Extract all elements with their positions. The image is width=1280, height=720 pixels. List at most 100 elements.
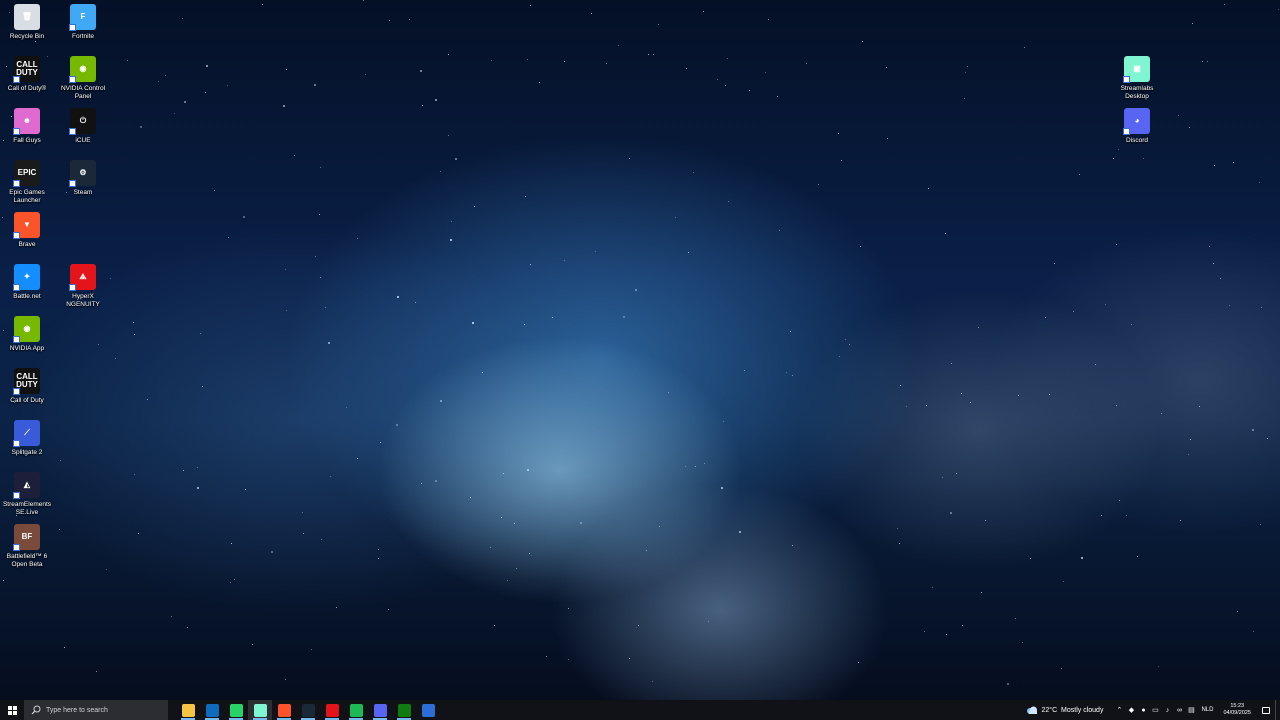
desktop-icon-splitgate[interactable]: ⟋ Splitgate 2 — [0, 420, 54, 457]
star — [1126, 515, 1127, 516]
star — [435, 480, 437, 482]
desktop-icon-recycle-bin[interactable]: 🗑 Recycle Bin — [0, 4, 54, 41]
taskbar-search-box[interactable]: Type here to search — [24, 700, 168, 720]
search-placeholder: Type here to search — [46, 706, 108, 714]
star — [1143, 158, 1144, 159]
star — [285, 269, 286, 270]
desktop-icon-epic-games[interactable]: EPIC Epic Games Launcher — [0, 160, 54, 204]
star — [792, 545, 793, 546]
star — [1180, 520, 1181, 521]
volume-icon[interactable]: ♪ — [1161, 700, 1173, 720]
desktop-icon-discord[interactable]: ◕ Discord — [1110, 108, 1164, 145]
desktop-icon-call-of-duty-2[interactable]: CALL DUTY Call of Duty — [0, 368, 54, 405]
taskbar-app-whatsapp[interactable] — [224, 700, 248, 720]
shortcut-arrow-icon — [13, 440, 20, 447]
star — [693, 172, 694, 173]
desktop-icon-brave[interactable]: ▼ Brave — [0, 212, 54, 249]
taskbar-app-streamlabs[interactable] — [248, 700, 272, 720]
link-icon[interactable]: ∞ — [1173, 700, 1185, 720]
desktop-icon-battlefield[interactable]: BF Battlefield™ 6 Open Beta — [0, 524, 54, 568]
steam-icon: ⚙ — [69, 160, 96, 187]
nvidia-icon: ◉ — [13, 316, 40, 343]
star — [1214, 165, 1215, 166]
desktop-icon-nvidia-control-panel[interactable]: ◉ NVIDIA Control Panel — [56, 56, 110, 100]
taskbar-app-file-explorer[interactable] — [176, 700, 200, 720]
desktop-icon-label: StreamElements SE.Live — [2, 501, 52, 516]
desktop-icon-label: Epic Games Launcher — [9, 189, 45, 204]
star — [397, 296, 399, 298]
desktop-icon-fall-guys[interactable]: ☻ Fall Guys — [0, 108, 54, 145]
microphone-icon[interactable]: ● — [1137, 700, 1149, 720]
notification-center-button[interactable] — [1257, 700, 1275, 720]
star — [653, 54, 654, 55]
desktop-icon-battle-net[interactable]: ✦ Battle.net — [0, 264, 54, 301]
taskbar-app-outlook[interactable] — [200, 700, 224, 720]
show-desktop-button[interactable] — [1275, 700, 1280, 720]
star — [60, 460, 61, 461]
cloud-icon — [1026, 706, 1037, 714]
star — [1137, 556, 1138, 557]
star — [675, 217, 676, 218]
desktop-icon-streamelements[interactable]: ◭ StreamElements SE.Live — [0, 472, 54, 516]
star — [686, 68, 687, 69]
star — [98, 344, 99, 345]
star — [568, 659, 569, 660]
weather-widget[interactable]: 22°C Mostly cloudy — [1026, 706, 1103, 714]
taskbar-app-window-app[interactable] — [416, 700, 440, 720]
star — [147, 399, 148, 400]
taskbar-app-brave[interactable] — [272, 700, 296, 720]
star — [165, 75, 166, 76]
taskbar-app-red-app[interactable] — [320, 700, 344, 720]
taskbar-pinned-apps — [176, 700, 440, 720]
desktop-icon-label: Steam — [73, 189, 93, 196]
folder-icon — [181, 703, 195, 717]
star — [35, 41, 36, 42]
desktop-icon-streamlabs[interactable]: ▣ Streamlabs Desktop — [1110, 56, 1164, 100]
taskbar-app-discord[interactable] — [368, 700, 392, 720]
star — [1202, 61, 1203, 62]
star — [595, 251, 596, 252]
star — [858, 662, 859, 663]
taskbar-app-steam[interactable] — [296, 700, 320, 720]
taskbar-app-xbox[interactable] — [392, 700, 416, 720]
show-hidden-icons-chevron-icon[interactable]: ⌃ — [1113, 700, 1125, 720]
xbox-icon — [397, 703, 411, 717]
star — [110, 278, 111, 279]
star — [950, 512, 952, 514]
keyboard-icon[interactable]: ▤ — [1185, 700, 1197, 720]
star — [183, 470, 184, 471]
desktop-icon-hyperx[interactable]: ⟁ HyperX NGENUITY — [56, 264, 110, 308]
desktop-icon-nvidia-app[interactable]: ◉ NVIDIA App — [0, 316, 54, 353]
star — [768, 19, 769, 20]
clock[interactable]: 15:23 04/09/2025 — [1223, 703, 1251, 717]
star — [568, 608, 569, 609]
star — [964, 98, 965, 99]
start-button[interactable] — [0, 700, 24, 720]
star — [440, 171, 441, 172]
star — [546, 656, 547, 657]
shortcut-arrow-icon — [69, 284, 76, 291]
star — [652, 681, 653, 682]
epic-games-icon: EPIC — [13, 160, 40, 187]
taskbar-app-spotify[interactable] — [344, 700, 368, 720]
desktop-icon-steam[interactable]: ⚙ Steam — [56, 160, 110, 197]
star — [214, 190, 215, 191]
star — [658, 24, 659, 25]
star — [472, 322, 474, 324]
star — [285, 679, 286, 680]
star — [501, 517, 502, 518]
desktop-icon-icue[interactable]: ⏻ iCUE — [56, 108, 110, 145]
star — [779, 230, 780, 231]
shortcut-arrow-icon — [69, 128, 76, 135]
star — [945, 233, 946, 234]
network-icon[interactable]: ▭ — [1149, 700, 1161, 720]
shortcut-arrow-icon — [13, 76, 20, 83]
language-indicator[interactable]: NLD — [1201, 707, 1213, 713]
desktop-icon-fortnite[interactable]: F Fortnite — [56, 4, 110, 41]
star — [580, 522, 582, 524]
desktop-icon-call-of-duty-1[interactable]: CALL DUTY Call of Duty® — [0, 56, 54, 93]
star — [396, 424, 398, 426]
star — [134, 334, 135, 335]
steam-tray-icon[interactable]: ◆ — [1125, 700, 1137, 720]
star — [243, 216, 245, 218]
